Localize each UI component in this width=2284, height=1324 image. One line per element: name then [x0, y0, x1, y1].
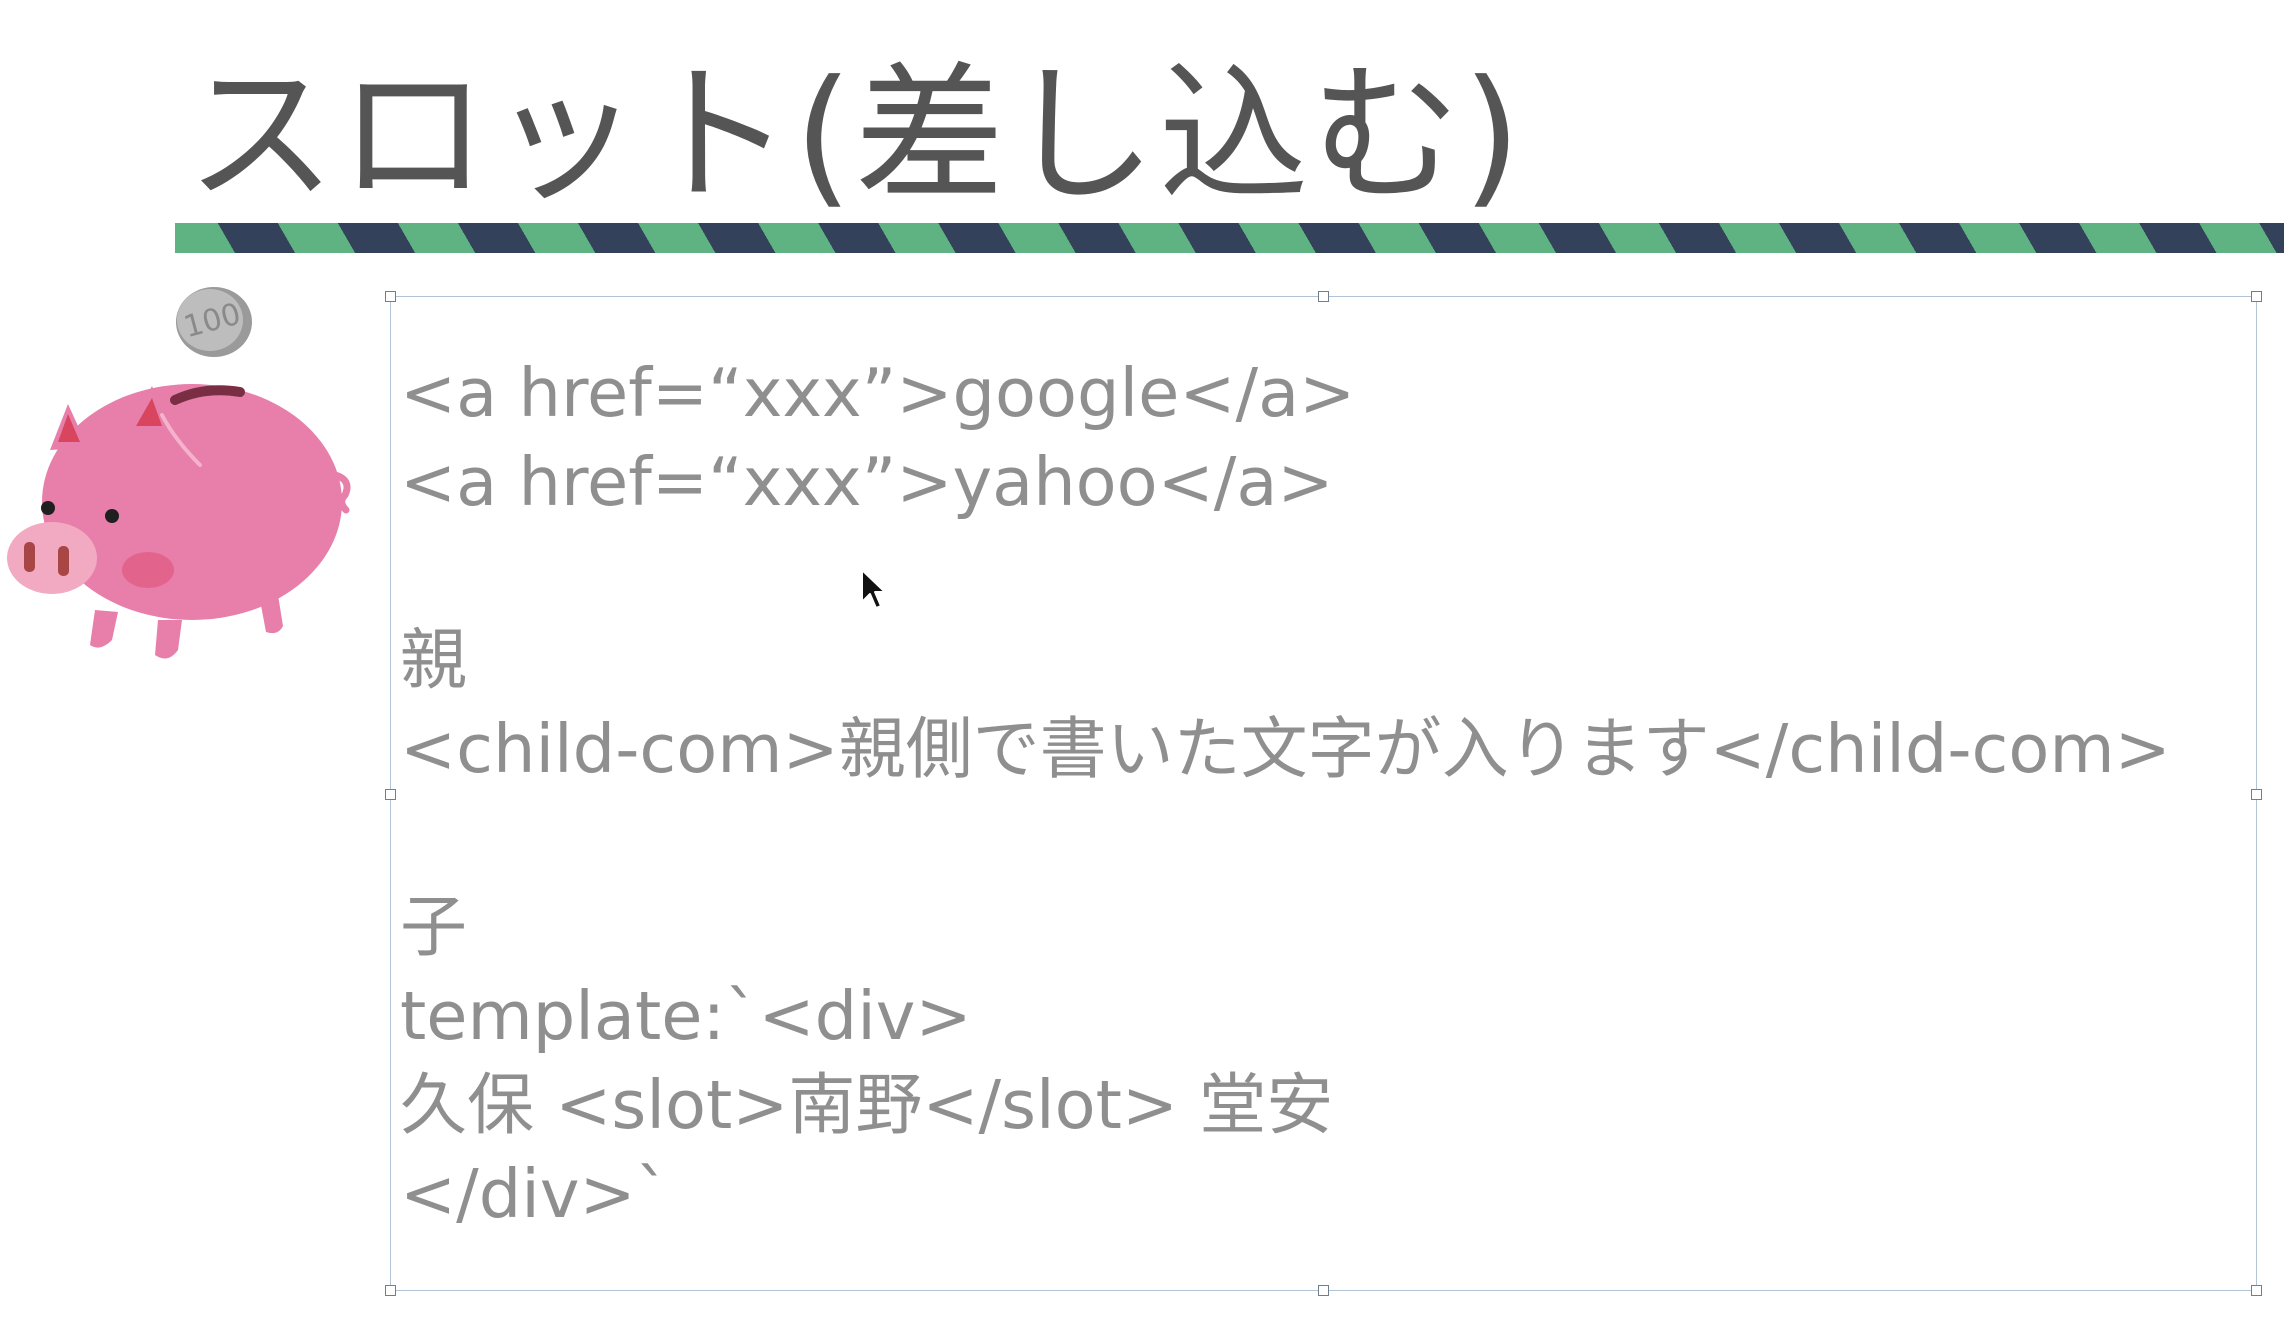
coin-icon: 100	[176, 287, 252, 357]
resize-handle-bottom-right[interactable]	[2251, 1285, 2262, 1296]
resize-handle-bottom[interactable]	[1318, 1285, 1329, 1296]
text-line: 久保 <slot>南野</slot> 堂安	[400, 1066, 1334, 1144]
text-line: <a href=“xxx”>google</a>	[400, 354, 1356, 432]
slide-title: スロット(差し込む)	[186, 49, 1524, 223]
resize-handle-left[interactable]	[385, 789, 396, 800]
text-line: </div>`	[400, 1155, 670, 1233]
code-example-text[interactable]: <a href=“xxx”>google</a> <a href=“xxx”>y…	[400, 349, 2250, 1239]
piggy-bank-icon: 100	[7, 287, 351, 659]
title-underline-stripe	[175, 223, 2284, 253]
text-line: <child-com>親側で書いた文字が入ります</child-com>	[400, 710, 2171, 788]
resize-handle-bottom-left[interactable]	[385, 1285, 396, 1296]
slide-text-box[interactable]: <a href=“xxx”>google</a> <a href=“xxx”>y…	[385, 291, 2262, 1296]
text-line: 親	[400, 621, 467, 699]
text-line	[400, 794, 2250, 883]
resize-handle-top-right[interactable]	[2251, 291, 2262, 302]
resize-handle-top[interactable]	[1318, 291, 1329, 302]
text-line: 子	[400, 888, 467, 966]
text-line: template:`<div>	[400, 977, 972, 1055]
mouse-cursor-icon	[861, 569, 886, 609]
resize-handle-top-left[interactable]	[385, 291, 396, 302]
text-line: <a href=“xxx”>yahoo</a>	[400, 443, 1334, 521]
resize-handle-right[interactable]	[2251, 789, 2262, 800]
text-line	[400, 527, 2250, 616]
